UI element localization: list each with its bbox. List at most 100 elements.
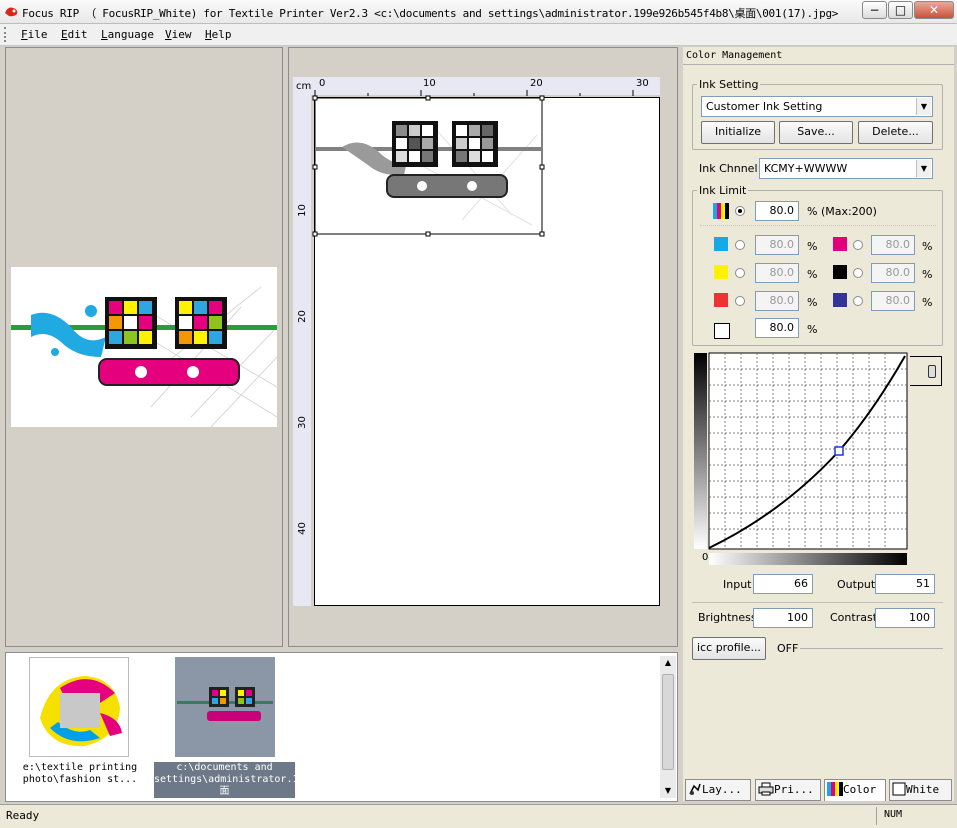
scroll-up-icon[interactable]: ▲: [660, 656, 676, 670]
blue-swatch: [833, 293, 847, 307]
white-box-icon: [892, 782, 906, 796]
input-label: Input: [723, 578, 752, 591]
brightness-input[interactable]: 100: [753, 608, 813, 628]
ruler-v-tick: 40: [296, 522, 308, 535]
percent-label: %: [922, 240, 933, 253]
total-limit-input[interactable]: 80.0: [755, 201, 799, 221]
magenta-limit-input[interactable]: 80.0: [871, 235, 915, 255]
ink-limit-divider: [700, 225, 936, 226]
color-bars-icon: [827, 782, 843, 796]
ruler-h-tick: 30: [636, 78, 649, 89]
status-bar: Ready NUM: [0, 804, 957, 828]
ruler-h-tick: 20: [530, 78, 543, 89]
maximize-button[interactable]: □: [888, 1, 913, 19]
num-lock-indicator: NUM: [884, 809, 903, 820]
thumbnail-2-image: [175, 657, 275, 757]
red-swatch: [714, 293, 728, 307]
white-ink-swatch: [714, 323, 730, 339]
curve-reset-button[interactable]: [910, 356, 942, 386]
title-bar: Focus RIP （ FocusRIP_White) for Textile …: [0, 0, 957, 24]
blue-limit-input[interactable]: 80.0: [871, 291, 915, 311]
thumbnail-2-caption: c:\documents and settings\administrator.…: [154, 762, 295, 798]
minimize-button[interactable]: −: [862, 1, 887, 19]
percent-label: %: [807, 240, 818, 253]
yellow-radio[interactable]: [735, 268, 745, 278]
curve-zero-label: 0: [702, 552, 709, 563]
input-value[interactable]: 66: [753, 574, 813, 594]
chevron-down-icon[interactable]: ▼: [916, 160, 931, 177]
icc-profile-button[interactable]: icc profile...: [692, 637, 766, 660]
thumbnail-1-caption: e:\textile printing photo\fashion st...: [22, 762, 138, 785]
thumbnail-2[interactable]: [175, 657, 275, 757]
menu-file[interactable]: File: [21, 28, 48, 41]
magenta-swatch: [833, 237, 847, 251]
thumbnail-1[interactable]: [29, 657, 129, 757]
scroll-thumb[interactable]: [662, 674, 674, 770]
red-radio[interactable]: [735, 296, 745, 306]
toolbar-grip[interactable]: [4, 27, 7, 42]
section-divider: [692, 602, 943, 603]
ruler-v-tick: 10: [296, 204, 308, 217]
delete-button[interactable]: Delete...: [858, 121, 933, 144]
menu-language[interactable]: Language: [101, 28, 154, 41]
tab-white[interactable]: White: [889, 779, 952, 801]
ruler-v-tick: 20: [296, 310, 308, 323]
curve-control-point[interactable]: [834, 446, 844, 456]
initialize-button[interactable]: Initialize: [701, 121, 775, 144]
output-value[interactable]: 51: [875, 574, 935, 594]
percent-label: %: [807, 296, 818, 309]
white-limit-input[interactable]: 80.0: [755, 318, 799, 338]
tab-layout[interactable]: Lay...: [685, 779, 751, 801]
ink-channel-label: Ink Chnnel: [699, 162, 758, 175]
pin-icon: [928, 365, 936, 378]
black-radio[interactable]: [853, 268, 863, 278]
header-divider: [683, 64, 954, 65]
ink-setting-value: Customer Ink Setting: [706, 100, 823, 113]
window-title: Focus RIP （ FocusRIP_White) for Textile …: [22, 7, 839, 20]
black-limit-input[interactable]: 80.0: [871, 263, 915, 283]
menu-edit[interactable]: Edit: [61, 28, 88, 41]
layout-icon: [689, 783, 701, 795]
contrast-input[interactable]: 100: [875, 608, 935, 628]
cyan-radio[interactable]: [735, 240, 745, 250]
percent-label: %: [922, 296, 933, 309]
image-preview: [11, 267, 277, 427]
ink-limit-label: Ink Limit: [697, 184, 749, 197]
menu-view[interactable]: View: [165, 28, 192, 41]
thumbnail-1-image: [30, 658, 128, 756]
ink-setting-select[interactable]: Customer Ink Setting ▼: [701, 96, 933, 117]
ruler-h-tick: 0: [319, 78, 326, 89]
brightness-label: Brightness: [698, 611, 757, 624]
status-divider: [876, 807, 877, 825]
output-label: Output: [837, 578, 876, 591]
placed-image[interactable]: [312, 95, 545, 237]
black-swatch: [833, 265, 847, 279]
contrast-label: Contrast: [830, 611, 878, 624]
save-button[interactable]: Save...: [779, 121, 853, 144]
ruler-v-tick: 30: [296, 416, 308, 429]
tone-curve-editor[interactable]: [693, 352, 909, 566]
tab-color[interactable]: Color: [824, 779, 886, 801]
cyan-limit-input[interactable]: 80.0: [755, 235, 799, 255]
ink-setting-label: Ink Setting: [697, 78, 761, 91]
blue-radio[interactable]: [853, 296, 863, 306]
ruler-unit: cm: [296, 81, 312, 92]
ink-channel-value: KCMY+WWWW: [764, 162, 848, 175]
scroll-down-icon[interactable]: ▼: [660, 784, 676, 798]
icc-divider: [800, 648, 943, 649]
yellow-swatch: [714, 265, 728, 279]
magenta-radio[interactable]: [853, 240, 863, 250]
all-channels-icon: [713, 203, 729, 219]
tab-print[interactable]: Pri...: [755, 779, 821, 801]
menu-help[interactable]: Help: [205, 28, 232, 41]
percent-label: %: [807, 323, 818, 336]
yellow-limit-input[interactable]: 80.0: [755, 263, 799, 283]
total-limit-radio[interactable]: [735, 206, 745, 216]
app-logo-icon: [5, 7, 18, 17]
thumbnail-scrollbar[interactable]: ▲ ▼: [660, 656, 676, 798]
ink-channel-select[interactable]: KCMY+WWWW ▼: [759, 158, 933, 179]
ruler-h-tick: 10: [423, 78, 436, 89]
chevron-down-icon[interactable]: ▼: [916, 98, 931, 115]
close-button[interactable]: ✕: [914, 1, 954, 19]
red-limit-input[interactable]: 80.0: [755, 291, 799, 311]
